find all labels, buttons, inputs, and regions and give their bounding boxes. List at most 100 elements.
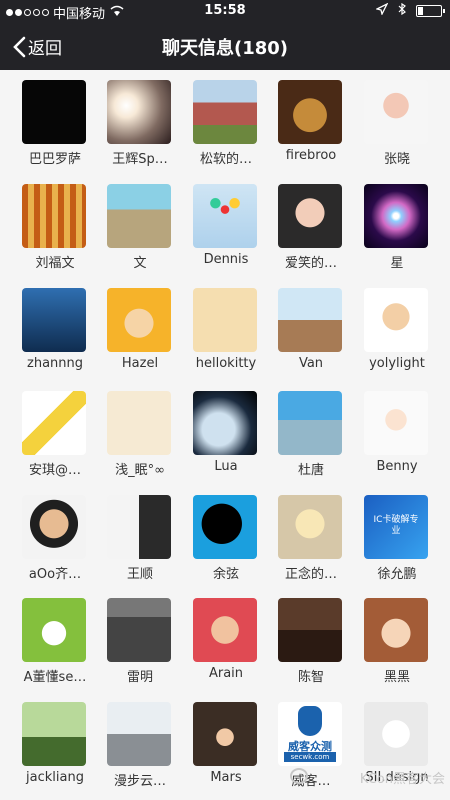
- avatar: [107, 391, 171, 455]
- member-item[interactable]: 王顺: [95, 485, 185, 585]
- avatar: [193, 598, 257, 662]
- member-item[interactable]: 正念的…: [266, 485, 356, 585]
- member-name: 张晓: [383, 152, 410, 167]
- avatar: [278, 288, 342, 352]
- page-title: 聊天信息(180): [161, 38, 289, 59]
- avatar: [107, 288, 171, 352]
- avatar: [22, 391, 86, 455]
- watermark-text: KCon黑客大会: [359, 772, 445, 787]
- member-item[interactable]: jackliang: [10, 692, 100, 792]
- member-item[interactable]: Arain: [181, 588, 271, 688]
- member-item[interactable]: 陈智: [266, 588, 356, 688]
- member-item[interactable]: 漫步云…: [95, 692, 185, 792]
- member-name: jackliang: [26, 770, 84, 785]
- member-name: 星: [390, 256, 404, 271]
- member-item[interactable]: 星: [352, 174, 442, 274]
- member-name: 爱笑的…: [284, 256, 337, 271]
- member-name: 刘福文: [35, 256, 75, 271]
- avatar: [364, 184, 428, 248]
- watermark: KCon黑客大会: [280, 768, 445, 788]
- member-name: 正念的…: [284, 567, 337, 582]
- status-right: [375, 2, 445, 19]
- member-name: Benny: [376, 459, 418, 474]
- avatar: [364, 288, 428, 352]
- avatar: [278, 391, 342, 455]
- member-name: Lua: [214, 459, 238, 474]
- bluetooth-icon: [398, 2, 406, 19]
- avatar: [364, 702, 428, 766]
- member-item[interactable]: 浅_眠°∞: [95, 381, 185, 481]
- avatar: [193, 495, 257, 559]
- member-item[interactable]: 王辉Sp…: [95, 70, 185, 170]
- avatar: 威客众测 secwk.com: [278, 702, 342, 766]
- member-item[interactable]: Hazel: [95, 278, 185, 378]
- status-bar: 中国移动 15:58: [0, 0, 450, 22]
- member-item[interactable]: 巴巴罗萨: [10, 70, 100, 170]
- member-item[interactable]: 余弦: [181, 485, 271, 585]
- member-item[interactable]: 黑黑: [352, 588, 442, 688]
- avatar: [193, 391, 257, 455]
- avatar: [278, 184, 342, 248]
- avatar: [364, 598, 428, 662]
- member-name: 漫步云…: [113, 774, 166, 789]
- avatar: [278, 80, 342, 144]
- member-item[interactable]: 张晓: [352, 70, 442, 170]
- member-item[interactable]: Mars: [181, 692, 271, 792]
- member-name: 文: [133, 256, 147, 271]
- member-name: 陈智: [297, 670, 324, 685]
- avatar: [22, 288, 86, 352]
- member-name: 王顺: [126, 567, 153, 582]
- logo-url-text: secwk.com: [284, 752, 336, 762]
- member-item[interactable]: 文: [95, 174, 185, 274]
- member-name: Van: [298, 356, 324, 371]
- member-grid: 巴巴罗萨 王辉Sp… 松软的… firebroo 张晓刘福文 文 Dennis 爱笑的… 星 zh…: [0, 70, 450, 800]
- member-item[interactable]: 爱笑的…: [266, 174, 356, 274]
- avatar: [107, 80, 171, 144]
- member-item[interactable]: yolylight: [352, 278, 442, 378]
- member-item[interactable]: zhannng: [10, 278, 100, 378]
- battery-icon: [416, 5, 445, 17]
- member-name: 黑黑: [383, 670, 410, 685]
- member-name: 余弦: [212, 567, 239, 582]
- member-name: 徐允鹏: [377, 567, 417, 582]
- avatar: [364, 391, 428, 455]
- member-item[interactable]: A董懂se…: [10, 588, 100, 688]
- member-name: zhannng: [27, 356, 83, 371]
- member-name: Hazel: [121, 356, 159, 371]
- member-item[interactable]: Van: [266, 278, 356, 378]
- member-name: Mars: [210, 770, 242, 785]
- member-name: 雷明: [126, 670, 153, 685]
- avatar: [22, 80, 86, 144]
- shield-icon: [298, 706, 322, 736]
- member-item[interactable]: Lua: [181, 381, 271, 481]
- member-item[interactable]: 安琪@…: [10, 381, 100, 481]
- avatar: IC卡破解专业: [364, 495, 428, 559]
- member-item[interactable]: Dennis: [181, 174, 271, 274]
- avatar: [193, 288, 257, 352]
- member-name: 巴巴罗萨: [28, 152, 81, 167]
- member-item[interactable]: Benny: [352, 381, 442, 481]
- member-item[interactable]: IC卡破解专业徐允鹏: [352, 485, 442, 585]
- tag-text: IC卡破解专业: [373, 515, 419, 536]
- member-name: yolylight: [369, 356, 425, 371]
- location-icon: [375, 2, 389, 19]
- member-item[interactable]: 杜唐: [266, 381, 356, 481]
- avatar: [22, 702, 86, 766]
- member-item[interactable]: 刘福文: [10, 174, 100, 274]
- member-item[interactable]: 松软的…: [181, 70, 271, 170]
- member-item[interactable]: hellokitty: [181, 278, 271, 378]
- navigation-bar: 返回 聊天信息(180): [0, 22, 450, 70]
- member-item[interactable]: 雷明: [95, 588, 185, 688]
- avatar: [22, 495, 86, 559]
- member-name: 杜唐: [297, 463, 324, 478]
- avatar: [193, 702, 257, 766]
- avatar: [193, 184, 257, 248]
- member-item[interactable]: firebroo: [266, 70, 356, 170]
- avatar: [193, 80, 257, 144]
- member-name: hellokitty: [195, 356, 257, 371]
- member-name: Arain: [208, 666, 244, 681]
- member-item[interactable]: aOo齐…: [10, 485, 100, 585]
- avatar: [107, 598, 171, 662]
- member-name: 安琪@…: [28, 463, 81, 478]
- avatar: [22, 184, 86, 248]
